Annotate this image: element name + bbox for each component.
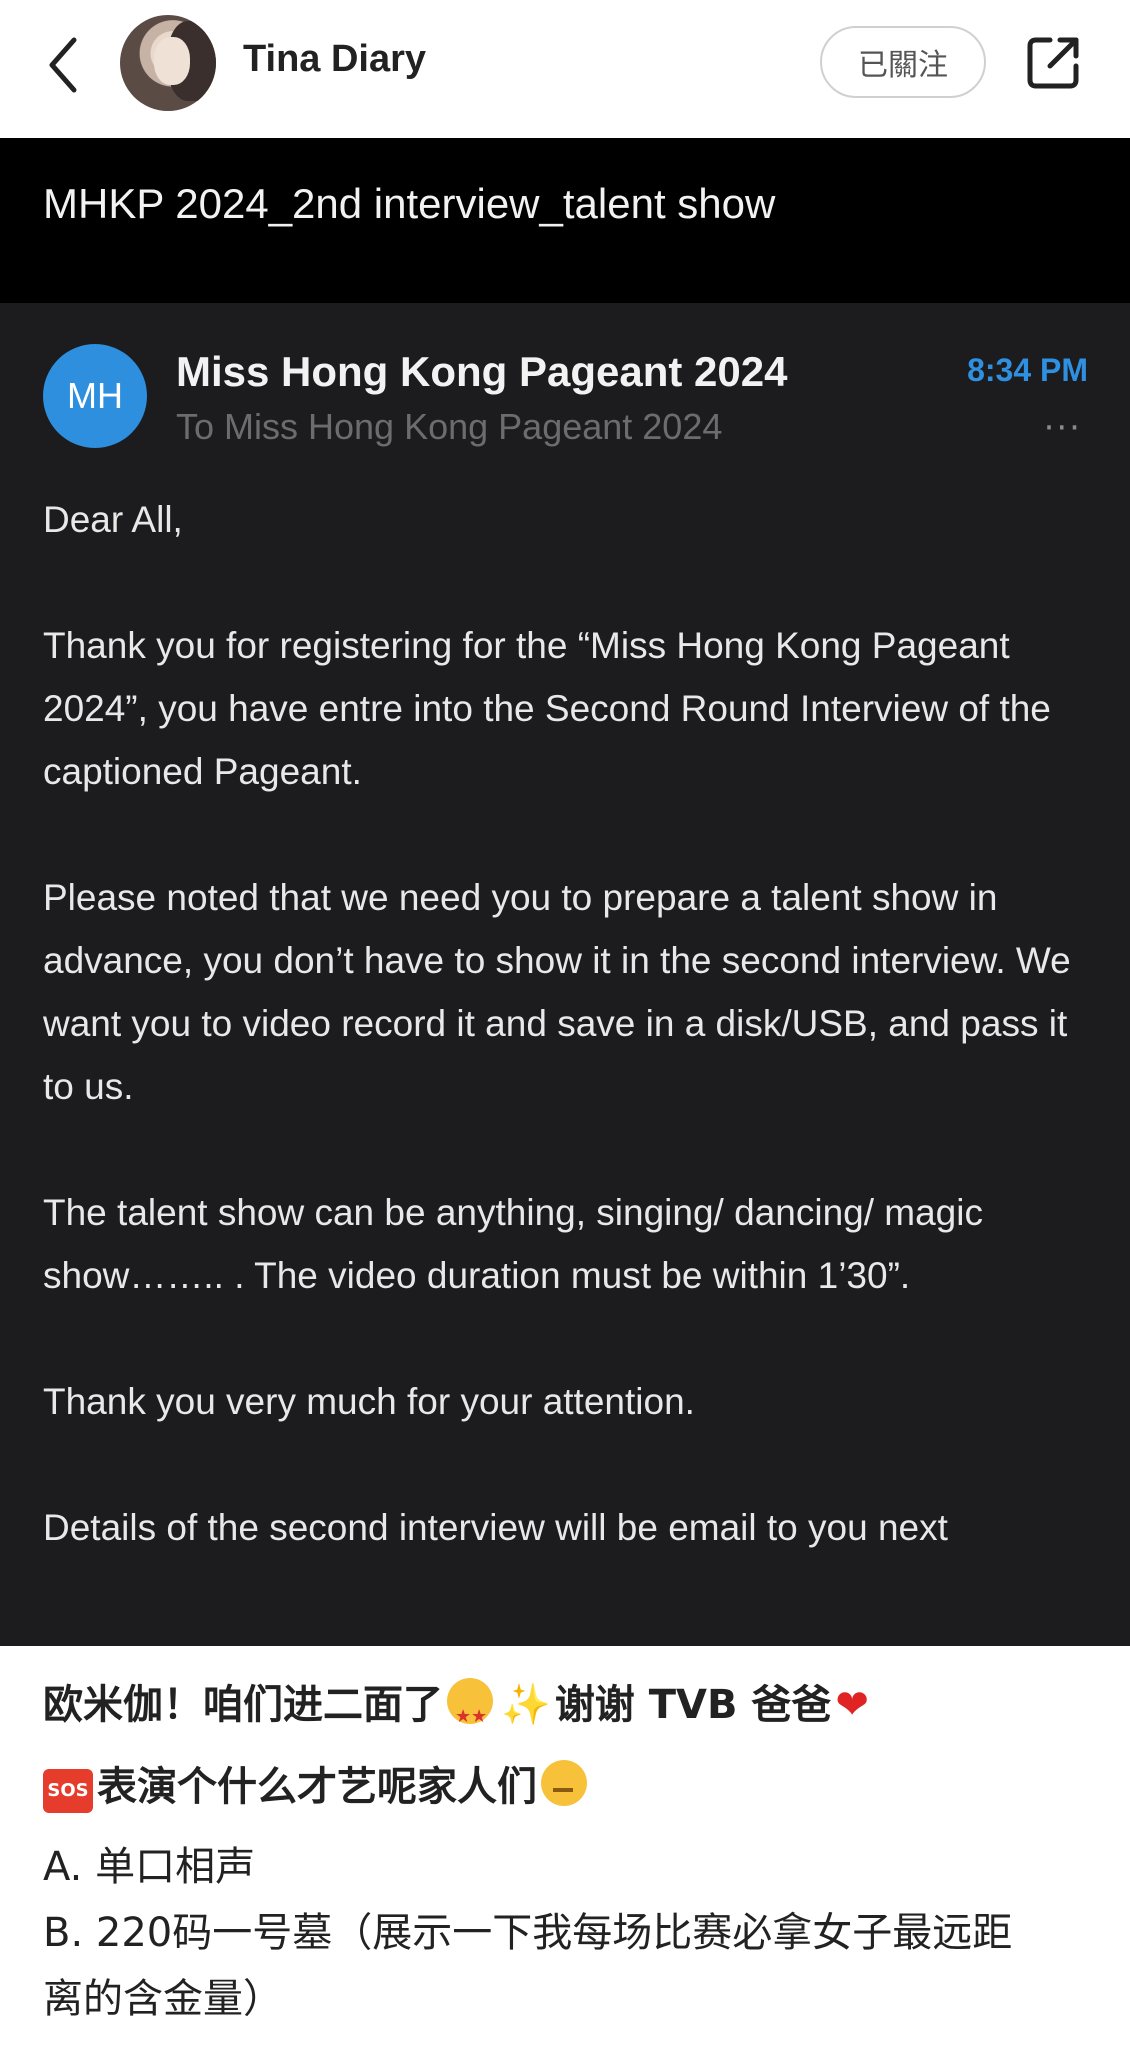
sender-avatar: MH — [43, 344, 147, 448]
heart-emoji-icon: ❤ — [835, 1682, 869, 1728]
share-button[interactable] — [1024, 32, 1084, 92]
email-subject: MHKP 2024_2nd interview_talent show — [43, 180, 776, 227]
caption-text: 谢谢 TVB 爸爸 — [554, 1682, 832, 1728]
email-paragraph: The talent show can be anything, singing… — [43, 1192, 983, 1296]
sos-emoji-icon: SOS — [43, 1769, 93, 1813]
avatar[interactable] — [120, 15, 216, 111]
star-struck-emoji-icon — [447, 1678, 493, 1752]
more-options-icon: ··· — [1043, 408, 1082, 448]
email-paragraph: Please noted that we need you to prepare… — [43, 877, 1071, 1107]
email-paragraph: Thank you for registering for the “Miss … — [43, 625, 1051, 792]
email-paragraph: Details of the second interview will be … — [43, 1507, 948, 1548]
follow-button[interactable]: 已關注 — [820, 26, 986, 98]
caption-option-b-cont: 离的含金量） — [43, 1976, 283, 2022]
caption-option-a: A. 单口相声 — [43, 1844, 256, 1890]
email-time: 8:34 PM — [967, 352, 1088, 388]
post-header: Tina Diary 已關注 — [0, 0, 1130, 138]
email-paragraph: Thank you very much for your attention. — [43, 1381, 695, 1422]
sparkles-emoji-icon: ✨ — [501, 1682, 551, 1728]
thinking-emoji-icon — [541, 1760, 587, 1806]
back-button[interactable] — [40, 30, 90, 100]
email-screenshot: MHKP 2024_2nd interview_talent show MH M… — [0, 138, 1130, 1646]
caption-line-1: 欧米伽！咱们进二面了 ✨谢谢 TVB 爸爸❤ — [43, 1670, 1093, 1752]
share-external-icon — [1027, 37, 1079, 89]
email-paragraph: Dear All, — [43, 499, 183, 540]
caption-line-2: SOS 表演个什么才艺呢家人们 — [43, 1752, 1093, 1834]
email-recipient: To Miss Hong Kong Pageant 2024 — [176, 406, 723, 447]
username[interactable]: Tina Diary — [243, 38, 426, 81]
caption-text: 欧米伽！咱们进二面了 — [43, 1682, 443, 1728]
sender-name: Miss Hong Kong Pageant 2024 — [176, 348, 788, 395]
email-subject-bar: MHKP 2024_2nd interview_talent show — [0, 138, 1130, 303]
chevron-left-icon — [49, 37, 77, 93]
post-caption: 欧米伽！咱们进二面了 ✨谢谢 TVB 爸爸❤ SOS表演个什么才艺呢家人们 A. … — [43, 1670, 1093, 2032]
caption-text: 表演个什么才艺呢家人们 — [97, 1764, 537, 1810]
email-body: Dear All, Thank you for registering for … — [43, 488, 1093, 1622]
caption-option-b: B. 220码一号墓（展示一下我每场比赛必拿女子最远距 — [43, 1910, 1013, 1956]
